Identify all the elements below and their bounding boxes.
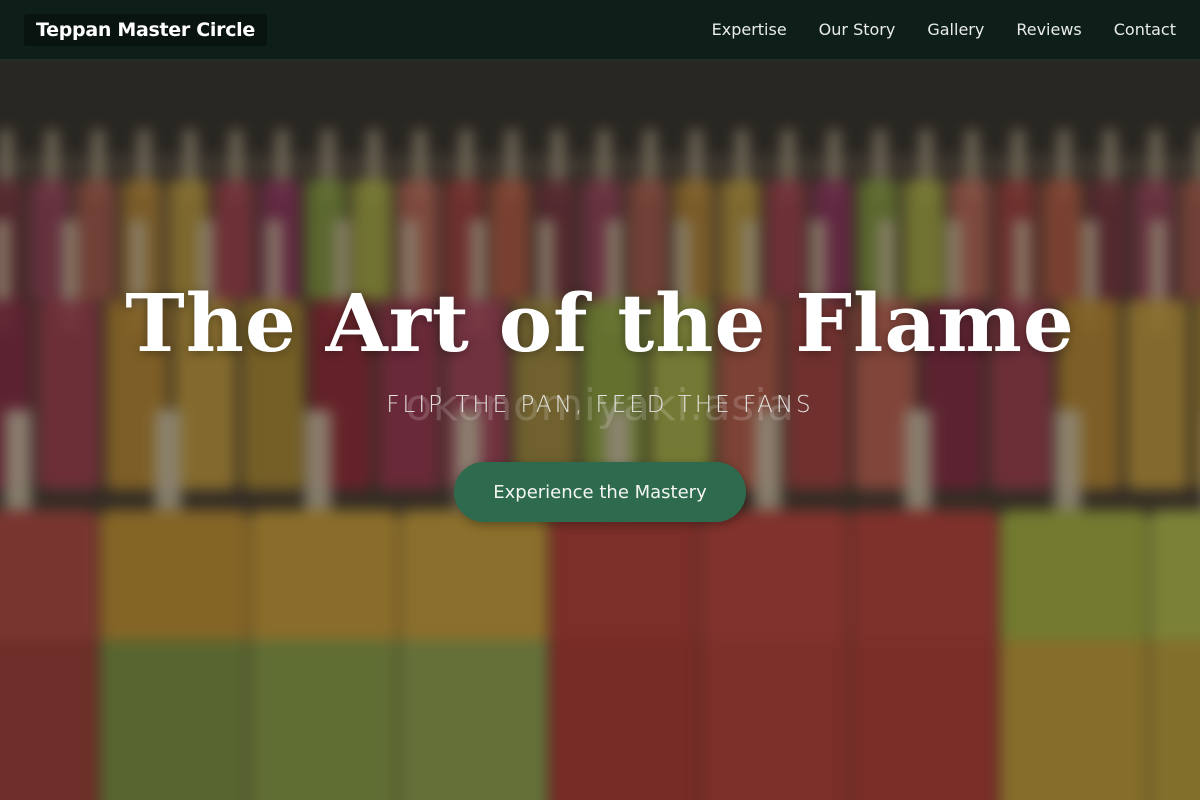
nav-link-expertise[interactable]: Expertise	[712, 20, 787, 39]
hero-tagline: FLIP THE PAN, FEED THE FANS	[386, 392, 814, 418]
nav-link-gallery[interactable]: Gallery	[927, 20, 984, 39]
nav-link-contact[interactable]: Contact	[1114, 20, 1176, 39]
brand-logo[interactable]: Teppan Master Circle	[24, 13, 267, 46]
navbar: Teppan Master Circle Expertise Our Story…	[0, 0, 1200, 60]
hero-content: okonomiyaki.asia The Art of the Flame FL…	[0, 0, 1200, 800]
nav-link-our-story[interactable]: Our Story	[819, 20, 896, 39]
experience-mastery-button[interactable]: Experience the Mastery	[454, 462, 746, 522]
nav-links: Expertise Our Story Gallery Reviews Cont…	[712, 20, 1176, 39]
nav-link-reviews[interactable]: Reviews	[1016, 20, 1081, 39]
hero-title: The Art of the Flame	[125, 276, 1075, 370]
